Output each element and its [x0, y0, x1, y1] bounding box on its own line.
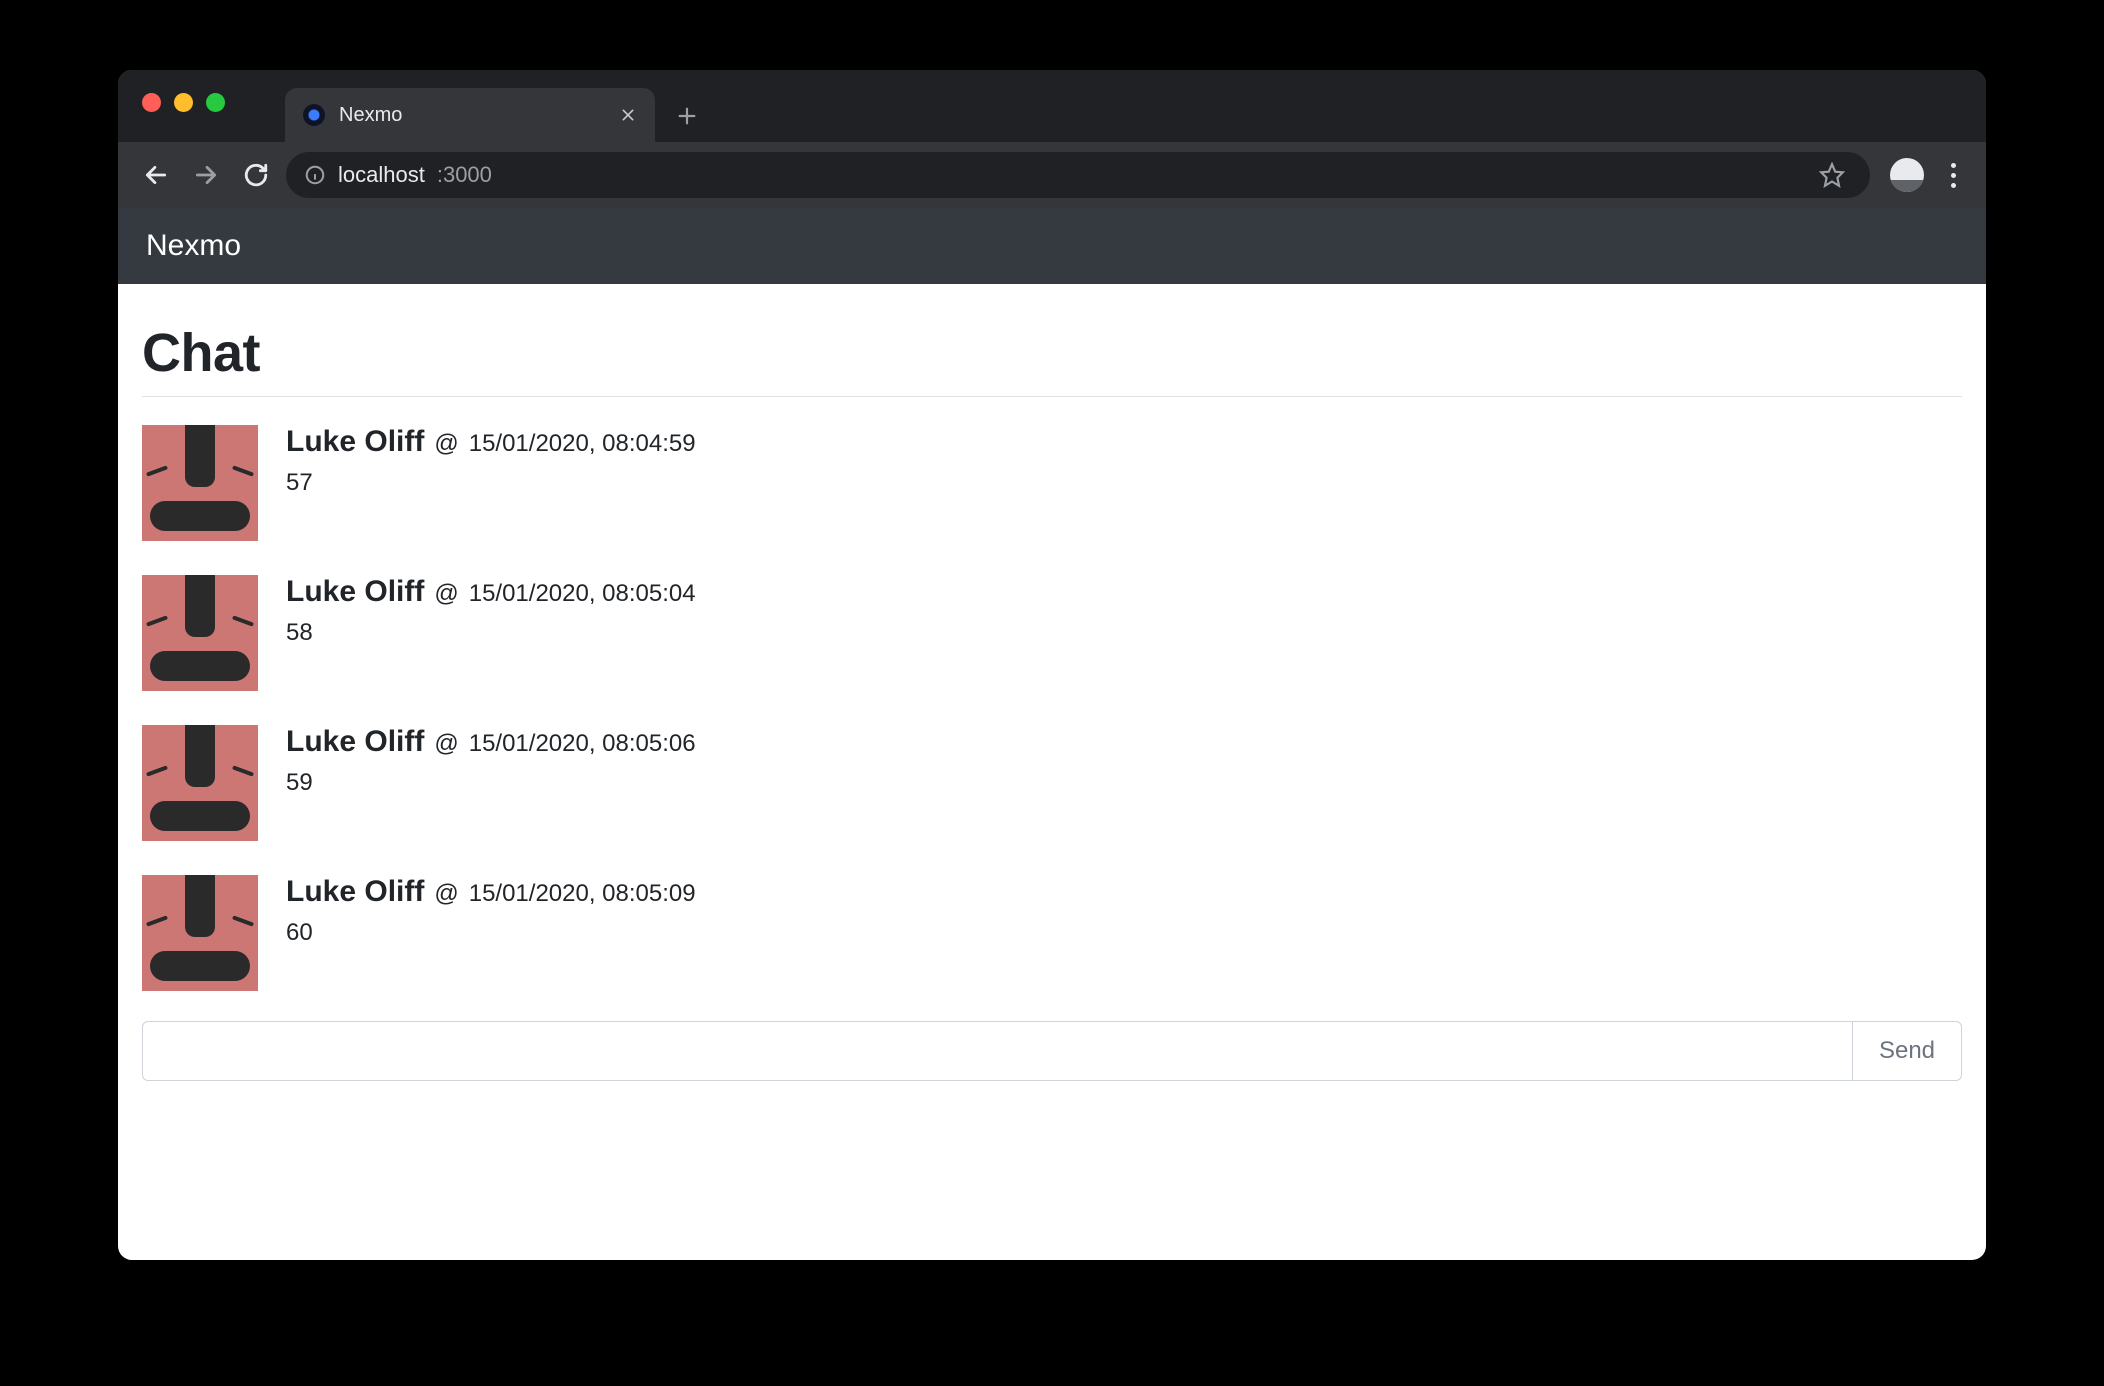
message-header: Luke Oliff @ 15/01/2020, 08:04:59	[286, 425, 696, 459]
message-body: Luke Oliff @ 15/01/2020, 08:05:04 58	[286, 575, 696, 647]
toolbar-right	[1890, 158, 1968, 192]
message-user: Luke Oliff	[286, 725, 424, 759]
message-user: Luke Oliff	[286, 875, 424, 909]
message-body: Luke Oliff @ 15/01/2020, 08:04:59 57	[286, 425, 696, 497]
message-avatar	[142, 725, 258, 841]
message-header: Luke Oliff @ 15/01/2020, 08:05:06	[286, 725, 696, 759]
browser-menu-button[interactable]	[1938, 163, 1968, 188]
app-navbar: Nexmo	[118, 208, 1986, 284]
message-row: Luke Oliff @ 15/01/2020, 08:05:06 59	[142, 725, 1962, 841]
message-user: Luke Oliff	[286, 575, 424, 609]
at-symbol: @	[434, 880, 458, 908]
message-text: 60	[286, 919, 696, 947]
at-symbol: @	[434, 580, 458, 608]
new-tab-button[interactable]	[665, 94, 709, 138]
window-minimize-button[interactable]	[174, 93, 193, 112]
at-symbol: @	[434, 730, 458, 758]
nav-back-button[interactable]	[136, 155, 176, 195]
at-symbol: @	[434, 430, 458, 458]
tab-title: Nexmo	[339, 104, 605, 127]
nav-forward-button[interactable]	[186, 155, 226, 195]
window-zoom-button[interactable]	[206, 93, 225, 112]
message-time: 15/01/2020, 08:05:06	[469, 730, 696, 758]
browser-toolbar: localhost :3000	[118, 142, 1986, 208]
message-body: Luke Oliff @ 15/01/2020, 08:05:06 59	[286, 725, 696, 797]
message-row: Luke Oliff @ 15/01/2020, 08:05:09 60	[142, 875, 1962, 991]
message-user: Luke Oliff	[286, 425, 424, 459]
tab-close-button[interactable]	[619, 106, 637, 124]
message-header: Luke Oliff @ 15/01/2020, 08:05:04	[286, 575, 696, 609]
page-title: Chat	[142, 322, 1962, 397]
nav-reload-button[interactable]	[236, 155, 276, 195]
bookmark-star-icon[interactable]	[1812, 155, 1852, 195]
message-input[interactable]	[142, 1021, 1852, 1081]
send-button[interactable]: Send	[1852, 1021, 1962, 1081]
window-controls	[142, 93, 225, 112]
message-avatar	[142, 575, 258, 691]
browser-window: Nexmo localhost:	[118, 70, 1986, 1260]
message-body: Luke Oliff @ 15/01/2020, 08:05:09 60	[286, 875, 696, 947]
message-time: 15/01/2020, 08:04:59	[469, 430, 696, 458]
url-port: :3000	[437, 162, 492, 188]
page-content: Chat Luke Oliff @ 15/01/2020, 08:04:59 5…	[118, 284, 1986, 1105]
message-list: Luke Oliff @ 15/01/2020, 08:04:59 57 Luk…	[142, 425, 1962, 991]
site-info-icon[interactable]	[304, 164, 326, 186]
message-time: 15/01/2020, 08:05:04	[469, 580, 696, 608]
window-close-button[interactable]	[142, 93, 161, 112]
message-text: 58	[286, 619, 696, 647]
message-text: 57	[286, 469, 696, 497]
message-avatar	[142, 425, 258, 541]
tab-favicon-icon	[303, 104, 325, 126]
tab-strip: Nexmo	[118, 70, 1986, 142]
message-time: 15/01/2020, 08:05:09	[469, 880, 696, 908]
app-brand-link[interactable]: Nexmo	[146, 229, 241, 263]
profile-avatar-button[interactable]	[1890, 158, 1924, 192]
message-row: Luke Oliff @ 15/01/2020, 08:05:04 58	[142, 575, 1962, 691]
browser-tab[interactable]: Nexmo	[285, 88, 655, 142]
address-bar[interactable]: localhost :3000	[286, 152, 1870, 198]
message-text: 59	[286, 769, 696, 797]
browser-chrome: Nexmo localhost:	[118, 70, 1986, 208]
url-host: localhost	[338, 162, 425, 188]
message-avatar	[142, 875, 258, 991]
message-header: Luke Oliff @ 15/01/2020, 08:05:09	[286, 875, 696, 909]
message-row: Luke Oliff @ 15/01/2020, 08:04:59 57	[142, 425, 1962, 541]
compose-form: Send	[142, 1021, 1962, 1081]
